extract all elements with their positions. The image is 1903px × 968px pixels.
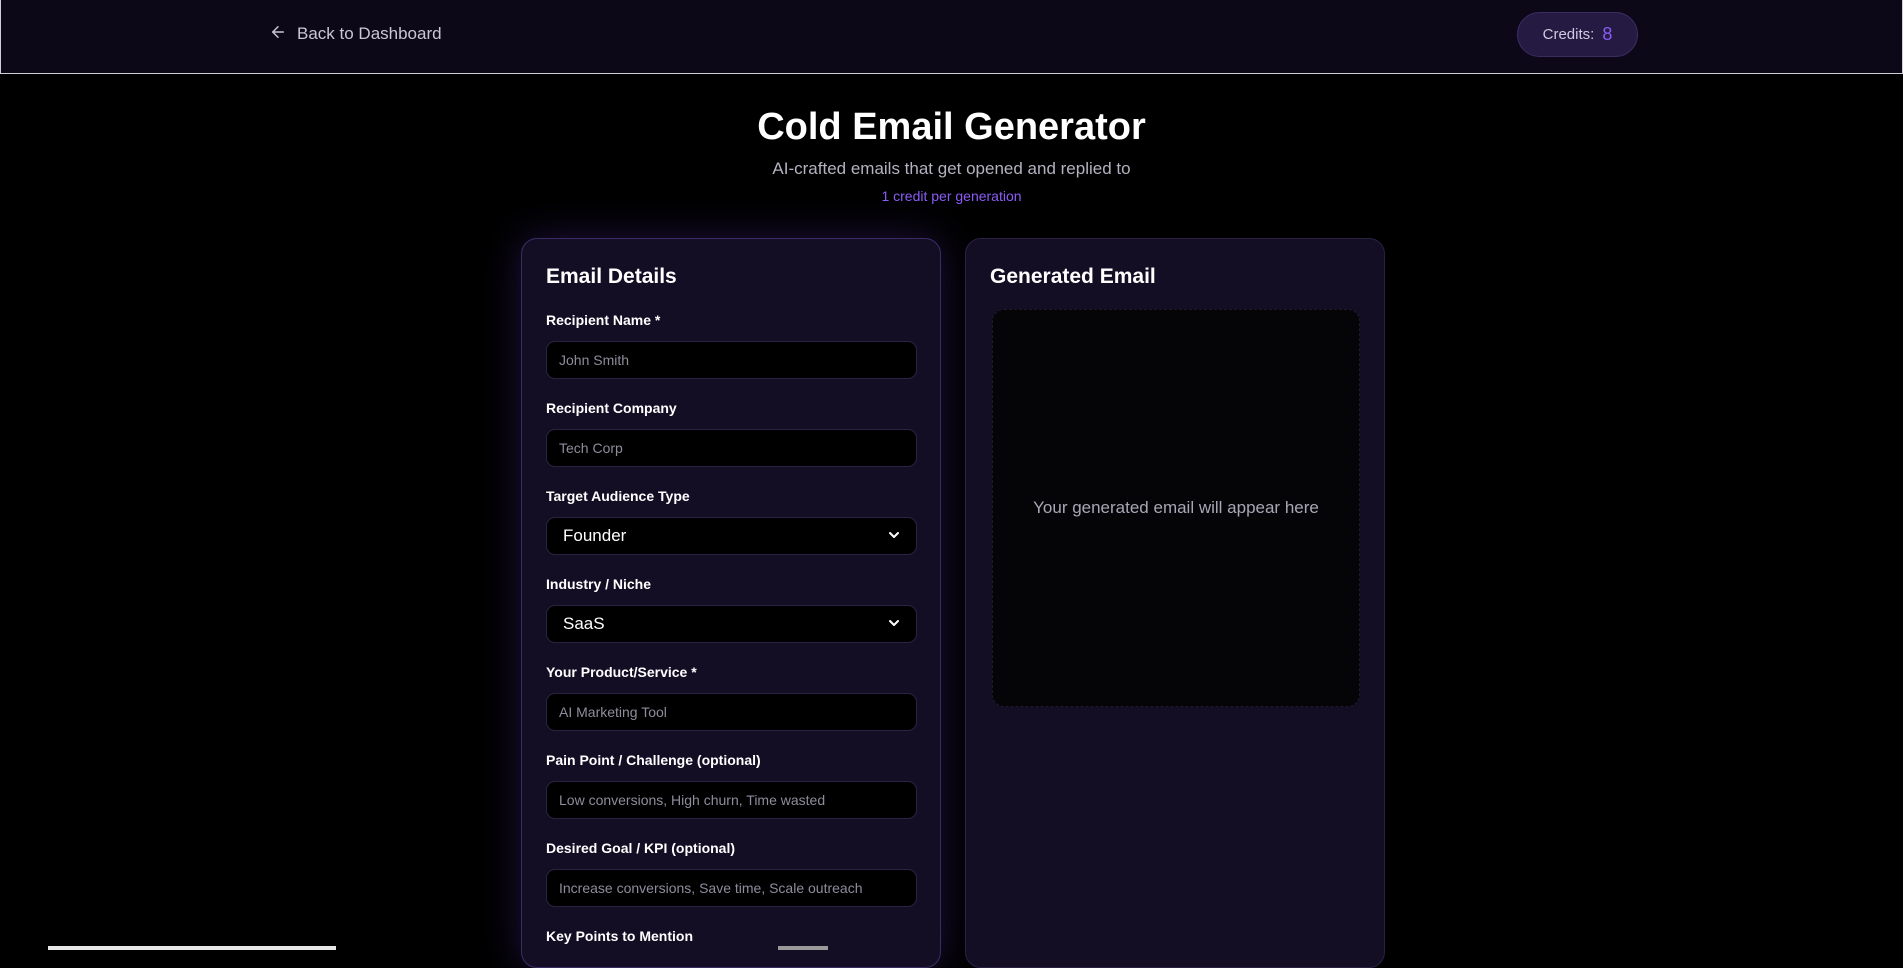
chevron-down-icon xyxy=(888,526,900,546)
page-subtitle: AI-crafted emails that get opened and re… xyxy=(772,159,1131,178)
page-header: Cold Email Generator AI-crafted emails t… xyxy=(0,104,1903,205)
back-to-dashboard-link[interactable]: Back to Dashboard xyxy=(269,22,442,46)
email-details-panel: Email Details Recipient Name * John Smit… xyxy=(521,238,941,968)
credits-badge: Credits: 8 xyxy=(1517,12,1638,57)
recipient-company-input[interactable]: Tech Corp xyxy=(546,429,917,467)
arrow-left-icon xyxy=(269,23,287,46)
page-title: Cold Email Generator xyxy=(757,106,1146,148)
pain-point-input[interactable]: Low conversions, High churn, Time wasted xyxy=(546,781,917,819)
generated-email-output: Your generated email will appear here xyxy=(992,309,1360,707)
product-label: Your Product/Service * xyxy=(546,664,697,680)
goal-placeholder: Increase conversions, Save time, Scale o… xyxy=(559,880,863,896)
pain-point-label: Pain Point / Challenge (optional) xyxy=(546,752,761,768)
generated-email-title: Generated Email xyxy=(990,265,1156,288)
pain-point-placeholder: Low conversions, High churn, Time wasted xyxy=(559,792,826,808)
recipient-name-input[interactable]: John Smith xyxy=(546,341,917,379)
goal-label: Desired Goal / KPI (optional) xyxy=(546,840,736,856)
back-to-dashboard-label: Back to Dashboard xyxy=(297,24,442,43)
audience-type-label: Target Audience Type xyxy=(546,488,690,504)
industry-value: SaaS xyxy=(563,614,605,633)
goal-input[interactable]: Increase conversions, Save time, Scale o… xyxy=(546,869,917,907)
industry-label: Industry / Niche xyxy=(546,576,652,592)
audience-type-select[interactable]: Founder xyxy=(546,517,917,555)
product-placeholder: AI Marketing Tool xyxy=(559,704,667,720)
product-input[interactable]: AI Marketing Tool xyxy=(546,693,917,731)
industry-select[interactable]: SaaS xyxy=(546,605,917,643)
email-details-title: Email Details xyxy=(546,265,677,288)
credits-value: 8 xyxy=(1602,24,1613,44)
credits-label: Credits: xyxy=(1542,26,1595,43)
audience-type-value: Founder xyxy=(563,526,627,545)
chevron-down-icon xyxy=(888,614,900,634)
top-navigation-bar: Back to Dashboard Credits: 8 xyxy=(0,0,1903,74)
recipient-name-label: Recipient Name * xyxy=(546,312,661,328)
empty-output-message: Your generated email will appear here xyxy=(1033,498,1319,517)
recipient-company-label: Recipient Company xyxy=(546,400,677,416)
credit-cost-note: 1 credit per generation xyxy=(881,188,1022,204)
horizontal-scrollbar-thumb[interactable] xyxy=(778,946,828,950)
key-points-label: Key Points to Mention xyxy=(546,928,693,944)
generated-email-panel: Generated Email Your generated email wil… xyxy=(965,238,1385,968)
recipient-name-placeholder: John Smith xyxy=(559,352,630,368)
horizontal-scrollbar-track[interactable] xyxy=(48,946,336,950)
recipient-company-placeholder: Tech Corp xyxy=(559,440,623,456)
